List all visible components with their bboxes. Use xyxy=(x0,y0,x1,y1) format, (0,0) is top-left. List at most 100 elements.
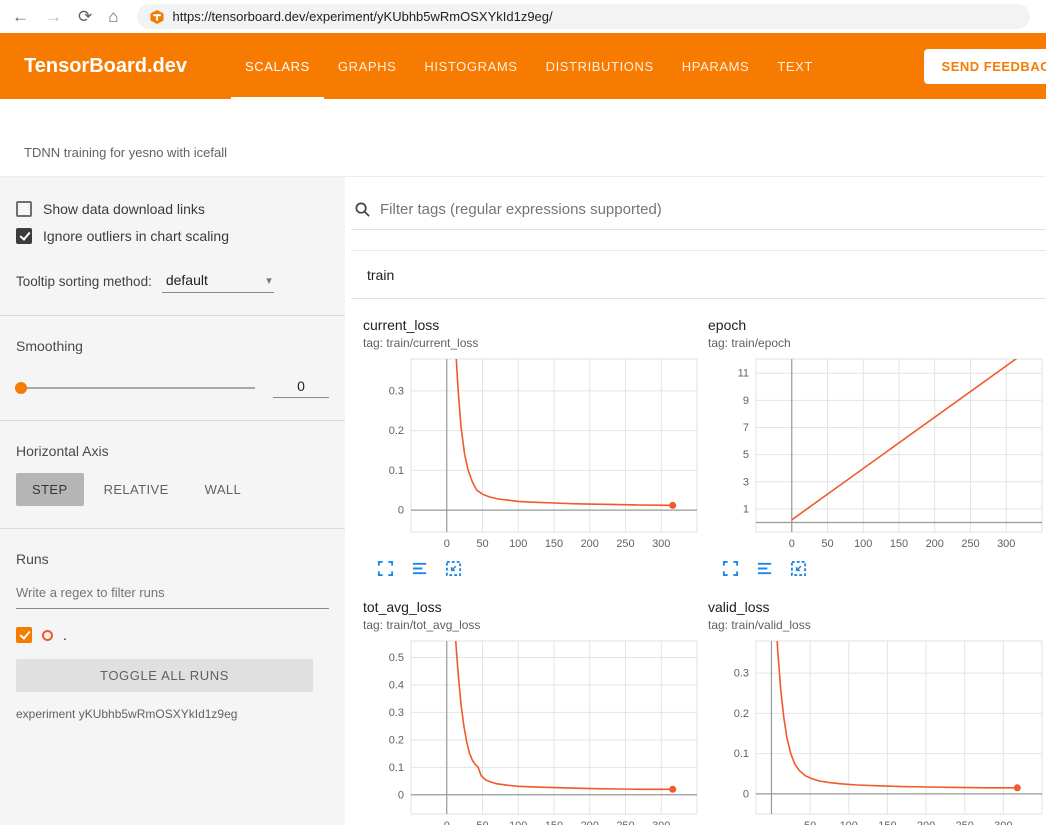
svg-text:100: 100 xyxy=(840,820,858,825)
run-checkbox[interactable] xyxy=(16,627,32,643)
tensorboard-logo-icon xyxy=(150,10,164,24)
chart-tag: tag: train/epoch xyxy=(708,336,1045,350)
svg-text:0.4: 0.4 xyxy=(389,679,404,691)
chart-tag: tag: train/tot_avg_loss xyxy=(363,618,700,632)
toggle-all-runs-button[interactable]: TOGGLE ALL RUNS xyxy=(16,659,313,692)
header-tabs: SCALARSGRAPHSHISTOGRAMSDISTRIBUTIONSHPAR… xyxy=(231,33,827,99)
chart-plot-epoch[interactable]: 0501001502002503001357911 xyxy=(708,357,1045,553)
chart-plot-valid_loss[interactable]: 5010015020025030000.10.20.3 xyxy=(708,639,1045,825)
tab-hparams[interactable]: HPARAMS xyxy=(668,33,764,99)
runs-label: Runs xyxy=(16,551,329,567)
smoothing-label: Smoothing xyxy=(16,338,329,354)
svg-text:11: 11 xyxy=(738,368,749,380)
chart-plot-tot_avg_loss[interactable]: 05010015020025030000.10.20.30.40.5 xyxy=(363,639,700,825)
svg-text:100: 100 xyxy=(509,820,527,825)
axis-step-button[interactable]: STEP xyxy=(16,473,84,506)
smoothing-value[interactable]: 0 xyxy=(273,378,329,398)
chart-toolbar xyxy=(722,560,1045,577)
svg-text:300: 300 xyxy=(652,538,670,550)
charts-grid: current_losstag: train/current_loss05010… xyxy=(351,299,1046,825)
show-download-links-label: Show data download links xyxy=(43,201,205,217)
train-section: train current_losstag: train/current_los… xyxy=(351,250,1046,825)
sidebar-divider xyxy=(0,420,345,421)
show-download-links-checkbox-row[interactable]: Show data download links xyxy=(16,201,329,217)
svg-text:150: 150 xyxy=(878,820,896,825)
svg-text:150: 150 xyxy=(890,538,908,550)
log-scale-icon[interactable] xyxy=(411,560,428,577)
ignore-outliers-checkbox-row[interactable]: Ignore outliers in chart scaling xyxy=(16,228,329,244)
svg-text:300: 300 xyxy=(997,538,1015,550)
show-download-links-checkbox[interactable] xyxy=(16,201,32,217)
ignore-outliers-checkbox[interactable] xyxy=(16,228,32,244)
forward-icon[interactable]: → xyxy=(45,8,62,25)
svg-text:200: 200 xyxy=(581,820,599,825)
svg-text:0.2: 0.2 xyxy=(734,708,749,720)
chart-toolbar xyxy=(377,560,700,577)
axis-wall-button[interactable]: WALL xyxy=(189,473,258,506)
horizontal-axis-label: Horizontal Axis xyxy=(16,443,329,459)
svg-text:0: 0 xyxy=(398,505,404,517)
tab-graphs[interactable]: GRAPHS xyxy=(324,33,411,99)
filter-tags-placeholder: Filter tags (regular expressions support… xyxy=(380,201,662,218)
chart-title: valid_loss xyxy=(708,587,1045,615)
home-icon[interactable]: ⌂ xyxy=(108,8,118,25)
fit-domain-icon[interactable] xyxy=(445,560,462,577)
tab-histograms[interactable]: HISTOGRAMS xyxy=(410,33,531,99)
address-bar[interactable]: https://tensorboard.dev/experiment/yKUbh… xyxy=(137,4,1030,29)
back-icon[interactable]: ← xyxy=(12,8,29,25)
run-name: . xyxy=(63,627,67,643)
svg-text:7: 7 xyxy=(743,422,749,434)
svg-text:250: 250 xyxy=(616,820,634,825)
svg-text:0: 0 xyxy=(743,788,749,800)
app-header: TensorBoard.dev SCALARSGRAPHSHISTOGRAMSD… xyxy=(0,33,1046,99)
svg-text:0.1: 0.1 xyxy=(389,762,404,774)
tab-text[interactable]: TEXT xyxy=(763,33,827,99)
svg-text:3: 3 xyxy=(743,476,749,488)
chart-card-tot_avg_loss: tot_avg_loss tag: train/tot_avg_loss 0 50 10… xyxy=(363,587,700,825)
smoothing-slider-thumb[interactable] xyxy=(15,382,27,394)
chart-title: tot_avg_loss xyxy=(363,587,700,615)
chart-tag: tag: train/valid_loss xyxy=(708,618,1045,632)
refresh-icon[interactable]: ⟳ xyxy=(78,8,92,25)
svg-text:0.2: 0.2 xyxy=(389,425,404,437)
tooltip-sorting-dropdown[interactable]: default ▾ xyxy=(162,270,274,293)
app-title: TensorBoard.dev xyxy=(0,55,231,78)
send-feedback-button[interactable]: SEND FEEDBACK xyxy=(924,49,1046,84)
train-section-header[interactable]: train xyxy=(351,251,1046,299)
filter-tags-input[interactable]: Filter tags (regular expressions support… xyxy=(351,177,1046,230)
svg-text:1: 1 xyxy=(743,503,749,515)
svg-text:50: 50 xyxy=(476,820,488,825)
experiment-subtitle: TDNN training for yesno with icefall xyxy=(0,99,1046,176)
axis-relative-button[interactable]: RELATIVE xyxy=(88,473,185,506)
axis-buttons: STEPRELATIVEWALL xyxy=(16,473,329,506)
svg-text:0.3: 0.3 xyxy=(389,707,404,719)
settings-sidebar: Show data download links Ignore outliers… xyxy=(0,177,345,825)
runs-filter-input[interactable]: Write a regex to filter runs xyxy=(16,583,329,609)
svg-text:300: 300 xyxy=(652,820,670,825)
smoothing-slider[interactable] xyxy=(16,387,255,389)
svg-text:0.2: 0.2 xyxy=(389,734,404,746)
svg-text:0: 0 xyxy=(444,538,450,550)
svg-text:0.3: 0.3 xyxy=(734,668,749,680)
svg-text:50: 50 xyxy=(804,820,816,825)
svg-text:300: 300 xyxy=(994,820,1012,825)
chart-plot-current_loss[interactable]: 05010015020025030000.10.20.3 xyxy=(363,357,700,553)
svg-text:0: 0 xyxy=(444,820,450,825)
search-icon xyxy=(354,201,371,218)
tab-scalars[interactable]: SCALARS xyxy=(231,33,324,99)
ignore-outliers-label: Ignore outliers in chart scaling xyxy=(43,228,229,244)
log-scale-icon[interactable] xyxy=(756,560,773,577)
url-text: https://tensorboard.dev/experiment/yKUbh… xyxy=(173,9,553,24)
tab-distributions[interactable]: DISTRIBUTIONS xyxy=(532,33,668,99)
tooltip-sorting-value: default xyxy=(166,272,208,288)
expand-icon[interactable] xyxy=(377,560,394,577)
svg-text:150: 150 xyxy=(545,820,563,825)
run-row[interactable]: . xyxy=(16,627,329,643)
svg-text:0: 0 xyxy=(789,538,795,550)
expand-icon[interactable] xyxy=(722,560,739,577)
tooltip-sorting-label: Tooltip sorting method: xyxy=(16,274,152,293)
svg-text:150: 150 xyxy=(545,538,563,550)
fit-domain-icon[interactable] xyxy=(790,560,807,577)
chart-tag: tag: train/current_loss xyxy=(363,336,700,350)
svg-text:250: 250 xyxy=(961,538,979,550)
